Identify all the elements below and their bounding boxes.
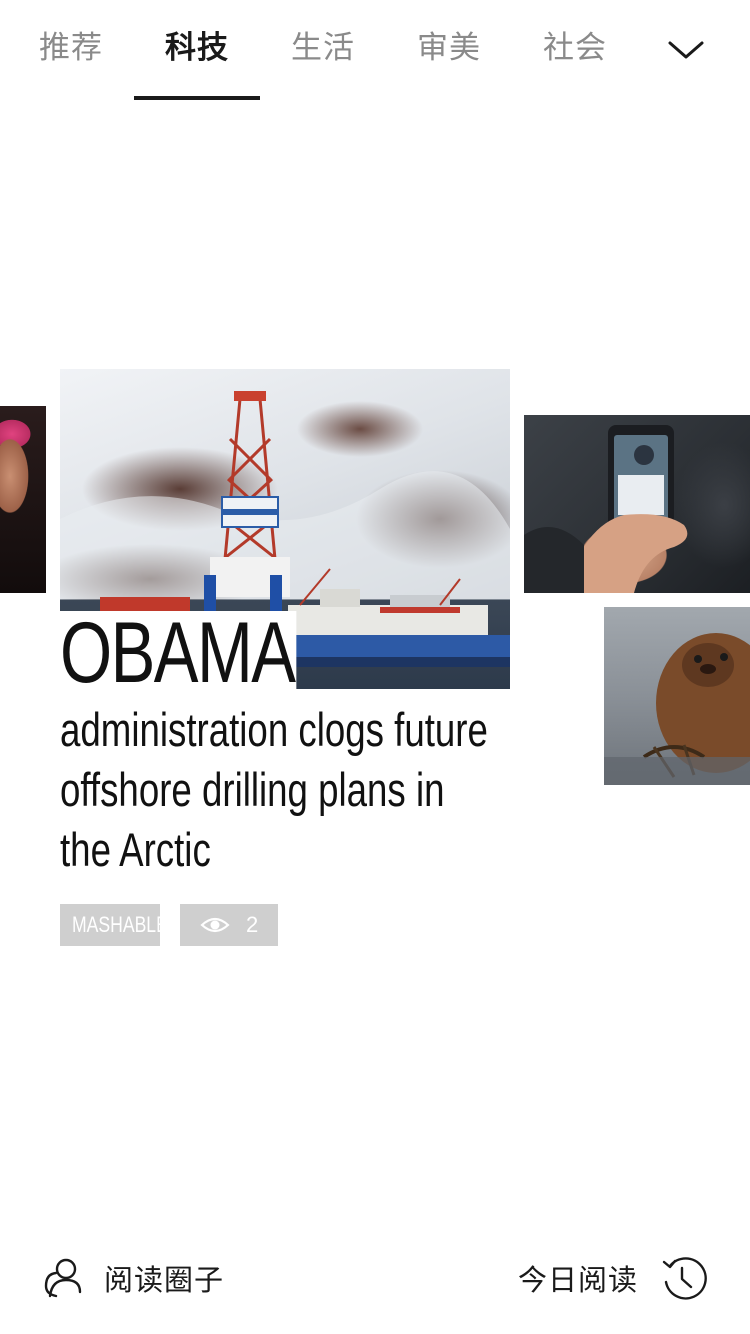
view-count-badge: 2 <box>180 904 278 946</box>
chevron-down-icon <box>668 41 704 59</box>
next-article-thumbnail[interactable] <box>524 415 750 593</box>
tab-aesthetics[interactable]: 审美 <box>386 28 512 68</box>
beaver-illustration <box>604 633 750 785</box>
view-count: 2 <box>246 912 259 937</box>
active-tab-indicator <box>134 96 260 100</box>
prev-article-thumbnail[interactable] <box>0 406 46 593</box>
tab-society[interactable]: 社会 <box>512 28 638 68</box>
category-tab-bar: 推荐 科技 生活 审美 社会 <box>0 0 750 100</box>
article-headline-lead[interactable]: OBAMA <box>60 610 297 696</box>
people-icon <box>44 1258 82 1298</box>
today-reading-label: 今日阅读 <box>518 1263 639 1297</box>
reading-circle-label: 阅读圈子 <box>104 1263 225 1297</box>
expand-tabs-button[interactable] <box>660 28 712 72</box>
tab-recommended[interactable]: 推荐 <box>8 28 134 68</box>
today-reading-button[interactable]: 今日阅读 <box>518 1252 708 1304</box>
reading-circle-button[interactable]: 阅读圈子 <box>42 1252 224 1304</box>
source-badge: MASHABLE <box>60 904 168 946</box>
phone-in-hand-illustration <box>524 425 688 593</box>
eye-icon <box>200 917 230 933</box>
tab-technology[interactable]: 科技 <box>134 28 260 68</box>
history-clock-icon <box>662 1257 707 1300</box>
source-label: MASHABLE <box>71 912 168 937</box>
tab-life[interactable]: 生活 <box>260 28 386 68</box>
third-article-thumbnail[interactable] <box>604 607 750 785</box>
article-headline[interactable]: administration clogs future offshore dri… <box>60 700 497 880</box>
